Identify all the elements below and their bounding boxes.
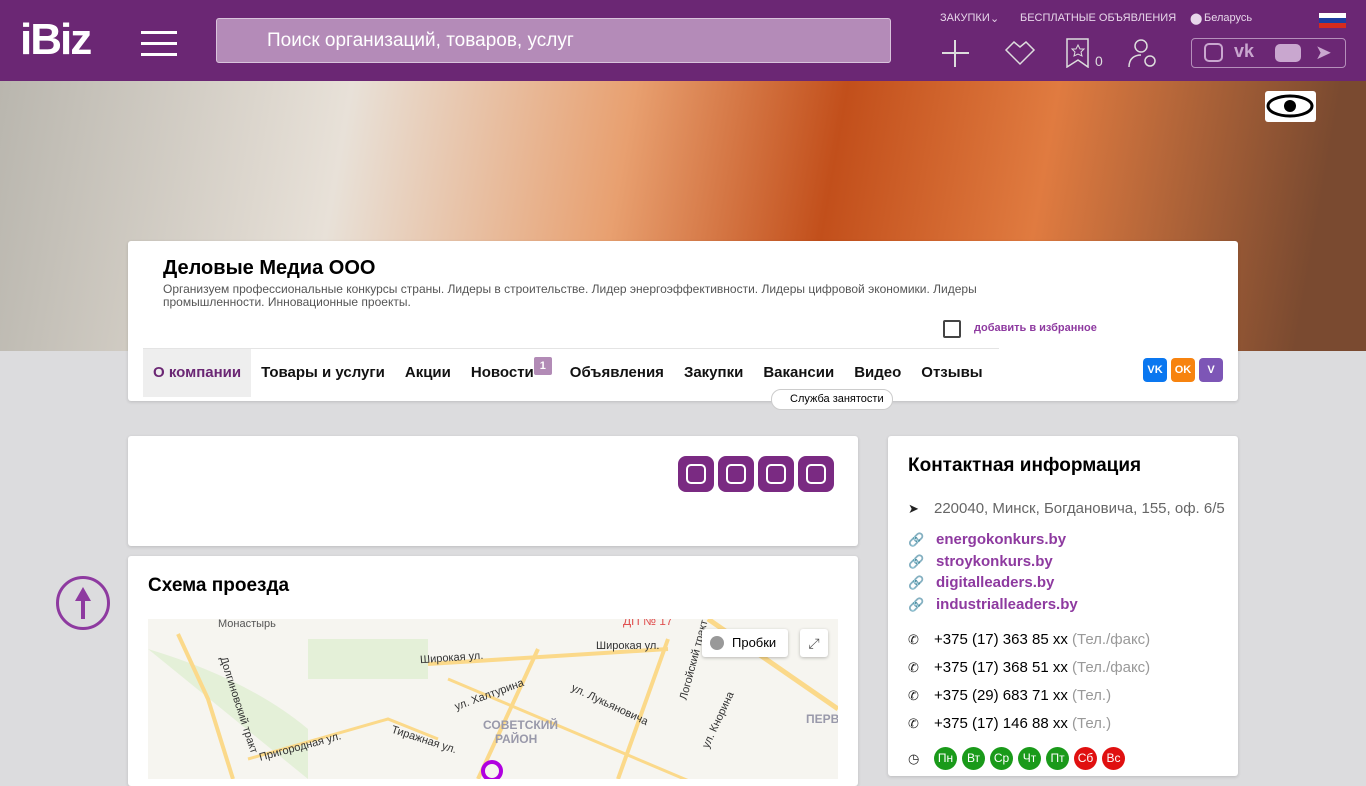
region-selector[interactable]: Беларусь [1204, 12, 1252, 24]
map-label: Монастырь [218, 619, 276, 630]
map[interactable]: Монастырь Широкая ул. Широкая ул. ул. Ха… [148, 619, 838, 779]
company-header-card: Деловые Медиа ООО Организуем профессиона… [128, 241, 1238, 410]
phone-number[interactable]: +375 (17) 368 51 xx [934, 659, 1068, 676]
website-link[interactable]: energokonkurs.by [936, 531, 1066, 548]
telegram-icon[interactable]: ➤ [1315, 40, 1332, 65]
website-link[interactable]: stroykonkurs.by [936, 553, 1053, 570]
website-link[interactable]: industrialleaders.by [936, 596, 1078, 613]
accessibility-eye-icon[interactable] [1265, 91, 1316, 122]
instagram-icon[interactable] [758, 456, 794, 492]
map-label: Широкая ул. [596, 640, 660, 652]
traffic-button[interactable]: Пробки [702, 629, 789, 657]
day-badge: Чт [1018, 747, 1041, 770]
free-ads-link[interactable]: БЕСПЛАТНЫЕ ОБЪЯВЛЕНИЯ [1020, 12, 1176, 24]
purchases-menu[interactable]: ЗАКУПКИ [940, 12, 990, 24]
link-icon: 🔗 [908, 553, 925, 569]
day-badge: Вс [1102, 747, 1125, 770]
working-days: ◷ Пн Вт Ср Чт Пт Сб Вс [908, 747, 1130, 770]
add-favorite-link[interactable]: добавить в избранное [974, 322, 1097, 334]
map-card: Схема проезда Монастырь Широкая ул. Широ… [128, 556, 858, 786]
phone-type: (Тел.) [1072, 687, 1112, 704]
top-bar: iBiz Поиск организаций, товаров, услуг З… [0, 0, 1366, 81]
website-link[interactable]: digitalleaders.by [936, 574, 1054, 591]
day-badge: Вт [962, 747, 985, 770]
tab-about[interactable]: О компании [143, 349, 252, 397]
map-label: ПЕРВ [806, 712, 838, 726]
contacts-title: Контактная информация [908, 455, 1142, 476]
vk-share-icon[interactable]: VK [1143, 358, 1167, 382]
chevron-down-icon: ⌄ [990, 13, 1000, 25]
company-description: Организуем профессиональные конкурсы стр… [163, 282, 977, 309]
social-card [128, 436, 858, 546]
phone-number[interactable]: +375 (17) 146 88 xx [934, 715, 1068, 732]
traffic-icon [710, 636, 724, 650]
instagram-icon[interactable] [678, 456, 714, 492]
map-label: РАЙОН [495, 732, 538, 746]
vk-icon[interactable]: vk [1234, 41, 1254, 62]
phone-icon: ✆ [908, 715, 919, 731]
tab-products[interactable]: Товары и услуги [251, 349, 395, 397]
link-icon: 🔗 [908, 574, 925, 590]
share-buttons: VK OK V [1143, 358, 1223, 382]
location-arrow-icon: ➤ [908, 500, 919, 516]
phone-type: (Тел.) [1072, 715, 1112, 732]
instagram-icon[interactable] [718, 456, 754, 492]
clock-icon: ◷ [908, 750, 920, 766]
menu-button[interactable] [141, 31, 177, 64]
phone-icon: ✆ [908, 631, 919, 647]
favorite-checkbox[interactable] [943, 320, 961, 338]
scroll-up-button[interactable] [56, 576, 110, 630]
contacts-card: Контактная информация ➤ 220040, Минск, Бо… [888, 436, 1238, 776]
language-flag[interactable] [1319, 13, 1346, 28]
arrow-up-icon [75, 587, 91, 619]
map-label: СОВЕТСКИЙ [483, 718, 558, 732]
tab-news[interactable]: Новости 1 [461, 349, 552, 397]
map-title: Схема проезда [148, 575, 290, 596]
phone-number[interactable]: +375 (17) 363 85 xx [934, 631, 1068, 648]
company-name: Деловые Медиа ООО [163, 257, 376, 279]
social-links: vk ➤ [1191, 38, 1346, 68]
phone-type: (Тел./факс) [1072, 631, 1151, 648]
tab-promotions[interactable]: Акции [395, 349, 461, 397]
handshake-icon[interactable] [1004, 38, 1036, 68]
address: 220040, Минск, Богдановича, 155, оф. 6/5 [934, 500, 1225, 517]
user-add-icon[interactable] [1128, 38, 1158, 68]
phone-number[interactable]: +375 (29) 683 71 xx [934, 687, 1068, 704]
instagram-icon[interactable] [798, 456, 834, 492]
instagram-icon[interactable] [1204, 43, 1223, 62]
day-badge: Пт [1046, 747, 1069, 770]
day-badge: Ср [990, 747, 1013, 770]
tab-reviews[interactable]: Отзывы [911, 349, 992, 397]
fullscreen-icon[interactable]: ⤢ [800, 629, 828, 657]
news-badge: 1 [533, 357, 552, 375]
employment-tooltip[interactable]: Служба занятости [771, 389, 893, 410]
ok-share-icon[interactable]: OK [1171, 358, 1195, 382]
tab-purchases[interactable]: Закупки [674, 349, 753, 397]
youtube-icon[interactable] [1275, 44, 1301, 62]
day-badge: Пн [934, 747, 957, 770]
map-label: ДП № 17 [623, 619, 673, 628]
logo[interactable]: iBiz [20, 16, 92, 64]
tab-ads[interactable]: Объявления [560, 349, 674, 397]
phone-icon: ✆ [908, 659, 919, 675]
add-icon[interactable] [940, 38, 970, 68]
location-icon: ⬤ [1190, 13, 1203, 25]
traffic-label: Пробки [732, 635, 777, 650]
phone-type: (Тел./факс) [1072, 659, 1151, 676]
bookmark-star-icon[interactable] [1066, 38, 1090, 68]
viber-share-icon[interactable]: V [1199, 358, 1223, 382]
phone-icon: ✆ [908, 687, 919, 703]
search-input[interactable]: Поиск организаций, товаров, услуг [216, 18, 891, 63]
link-icon: 🔗 [908, 596, 925, 612]
favorites-count: 0 [1095, 53, 1103, 69]
tab-news-label: Новости [470, 364, 534, 381]
link-icon: 🔗 [908, 531, 925, 547]
day-badge: Сб [1074, 747, 1097, 770]
